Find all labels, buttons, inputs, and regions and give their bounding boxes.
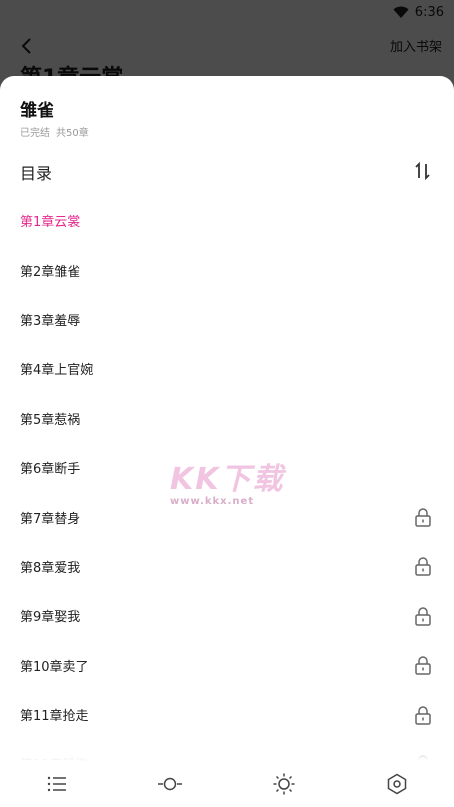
lock-icon: [415, 607, 431, 626]
chapter-title: 第3章羞辱: [20, 313, 81, 329]
bottom-toolbar: [0, 761, 454, 807]
book-status: 已完结: [20, 128, 50, 139]
progress-icon: [158, 777, 183, 791]
chapter-item[interactable]: 第6章断手: [0, 443, 454, 492]
chapter-title: 第1章云裳: [20, 215, 81, 231]
toc-heading: 目录: [20, 164, 53, 183]
chapter-item[interactable]: 第3章羞辱: [0, 295, 454, 344]
chapter-title: 第4章上官婉: [20, 363, 94, 379]
settings-icon: [388, 773, 407, 795]
brightness-icon: [273, 773, 295, 795]
settings-button[interactable]: [383, 770, 411, 798]
chapter-list: 第1章云裳第2章雏雀第3章羞辱第4章上官婉 第5章惹祸第6章断手第7章替身第8章爱…: [0, 196, 454, 789]
book-meta: 已完结 共50章: [20, 124, 89, 139]
chapter-title: 第6章断手: [20, 462, 81, 478]
lock-icon: [415, 656, 431, 675]
chapter-title: 第5章惹祸: [20, 412, 81, 428]
progress-button[interactable]: [156, 770, 184, 798]
book-title: 雏雀: [20, 101, 54, 121]
chapter-title: 第11章抢走: [20, 709, 89, 725]
lock-icon: [415, 508, 431, 527]
chapter-item[interactable]: 第10章卖了: [0, 641, 454, 690]
lock-icon: [415, 705, 431, 725]
chapter-item[interactable]: 第4章上官婉: [0, 344, 454, 393]
toc-sheet: 雏雀 已完结 共50章 目录 第1章云裳第2章雏雀第3章羞辱第4章上官婉 第5章惹…: [0, 76, 454, 807]
chapter-item[interactable]: 第7章替身: [0, 492, 454, 541]
chapter-item[interactable]: 第9章娶我: [0, 591, 454, 640]
chapter-title: 第7章替身: [20, 511, 81, 527]
chapter-item[interactable]: 第8章爱我: [0, 542, 454, 591]
sort-icon: [415, 162, 430, 180]
sort-button[interactable]: [412, 160, 434, 182]
lock-icon: [415, 557, 431, 577]
chapter-title: 第8章爱我: [20, 560, 81, 576]
chapter-title: 第9章娶我: [20, 610, 81, 626]
toc-tab-button[interactable]: [43, 770, 71, 798]
chapter-count: 共50章: [56, 128, 89, 139]
list-icon: [47, 776, 66, 792]
brightness-button[interactable]: [270, 770, 298, 798]
chapter-item[interactable]: 第2章雏雀: [0, 245, 454, 294]
chapter-item[interactable]: 第1章云裳: [0, 196, 454, 245]
chapter-item[interactable]: 第5章惹祸: [0, 394, 454, 443]
chapter-title: 第2章雏雀: [20, 264, 81, 280]
chapter-title: 第10章卖了: [20, 659, 89, 675]
